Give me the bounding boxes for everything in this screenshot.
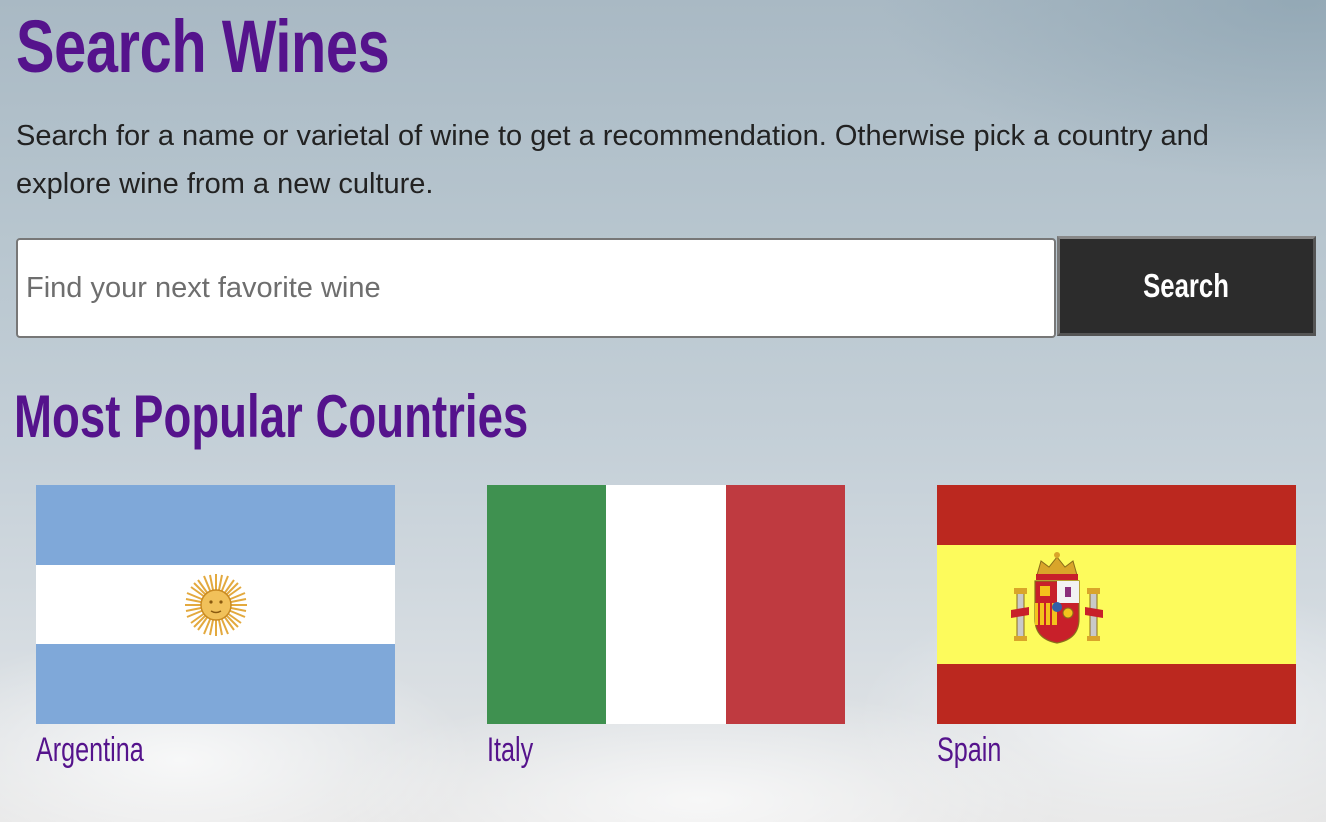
country-link-italy[interactable]: Italy (487, 730, 753, 770)
search-button-label: Search (1143, 267, 1230, 304)
italy-flag-icon[interactable] (487, 485, 846, 724)
country-link-spain[interactable]: Spain (937, 730, 1203, 770)
country-card-argentina: Argentina (36, 485, 396, 770)
intro-text: Search for a name or varietal of wine to… (16, 120, 1209, 200)
search-button[interactable]: Search (1057, 236, 1316, 336)
spain-flag-icon[interactable] (937, 485, 1296, 724)
country-card-italy: Italy (487, 485, 847, 770)
country-link-argentina[interactable]: Argentina (36, 730, 302, 770)
search-input[interactable] (16, 238, 1056, 338)
country-card-spain: Spain (937, 485, 1297, 770)
argentina-flag-icon[interactable] (36, 485, 395, 724)
page-title: Search Wines (16, 5, 390, 88)
section-title-popular-countries: Most Popular Countries (14, 383, 529, 450)
